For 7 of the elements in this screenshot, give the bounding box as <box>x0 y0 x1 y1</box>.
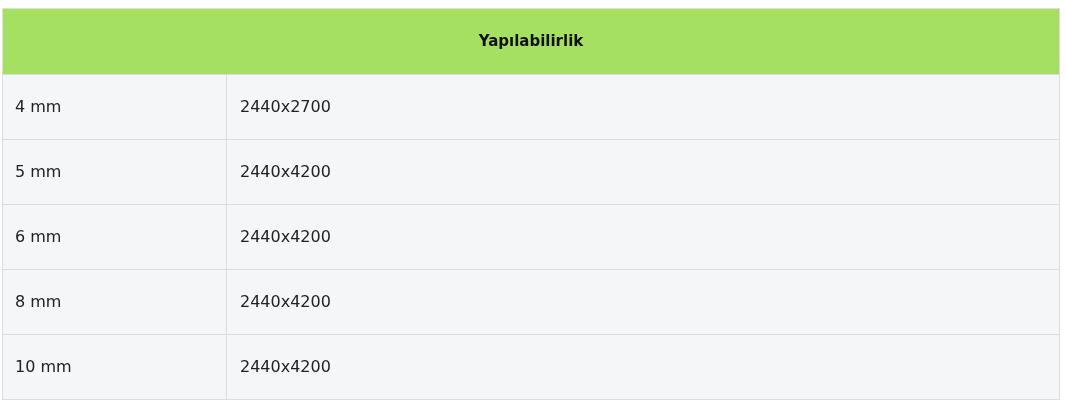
table-header: Yapılabilirlik <box>3 9 1059 74</box>
table-cell-text: 2440x2700 <box>239 96 332 118</box>
table-cell: 10 mm <box>3 335 227 399</box>
table-cell-text: 2440x4200 <box>239 226 332 248</box>
table-cell-text: 2440x4200 <box>239 356 332 378</box>
table-cell-text: 2440x4200 <box>239 161 332 183</box>
table-cell-text: 2440x4200 <box>239 291 332 313</box>
